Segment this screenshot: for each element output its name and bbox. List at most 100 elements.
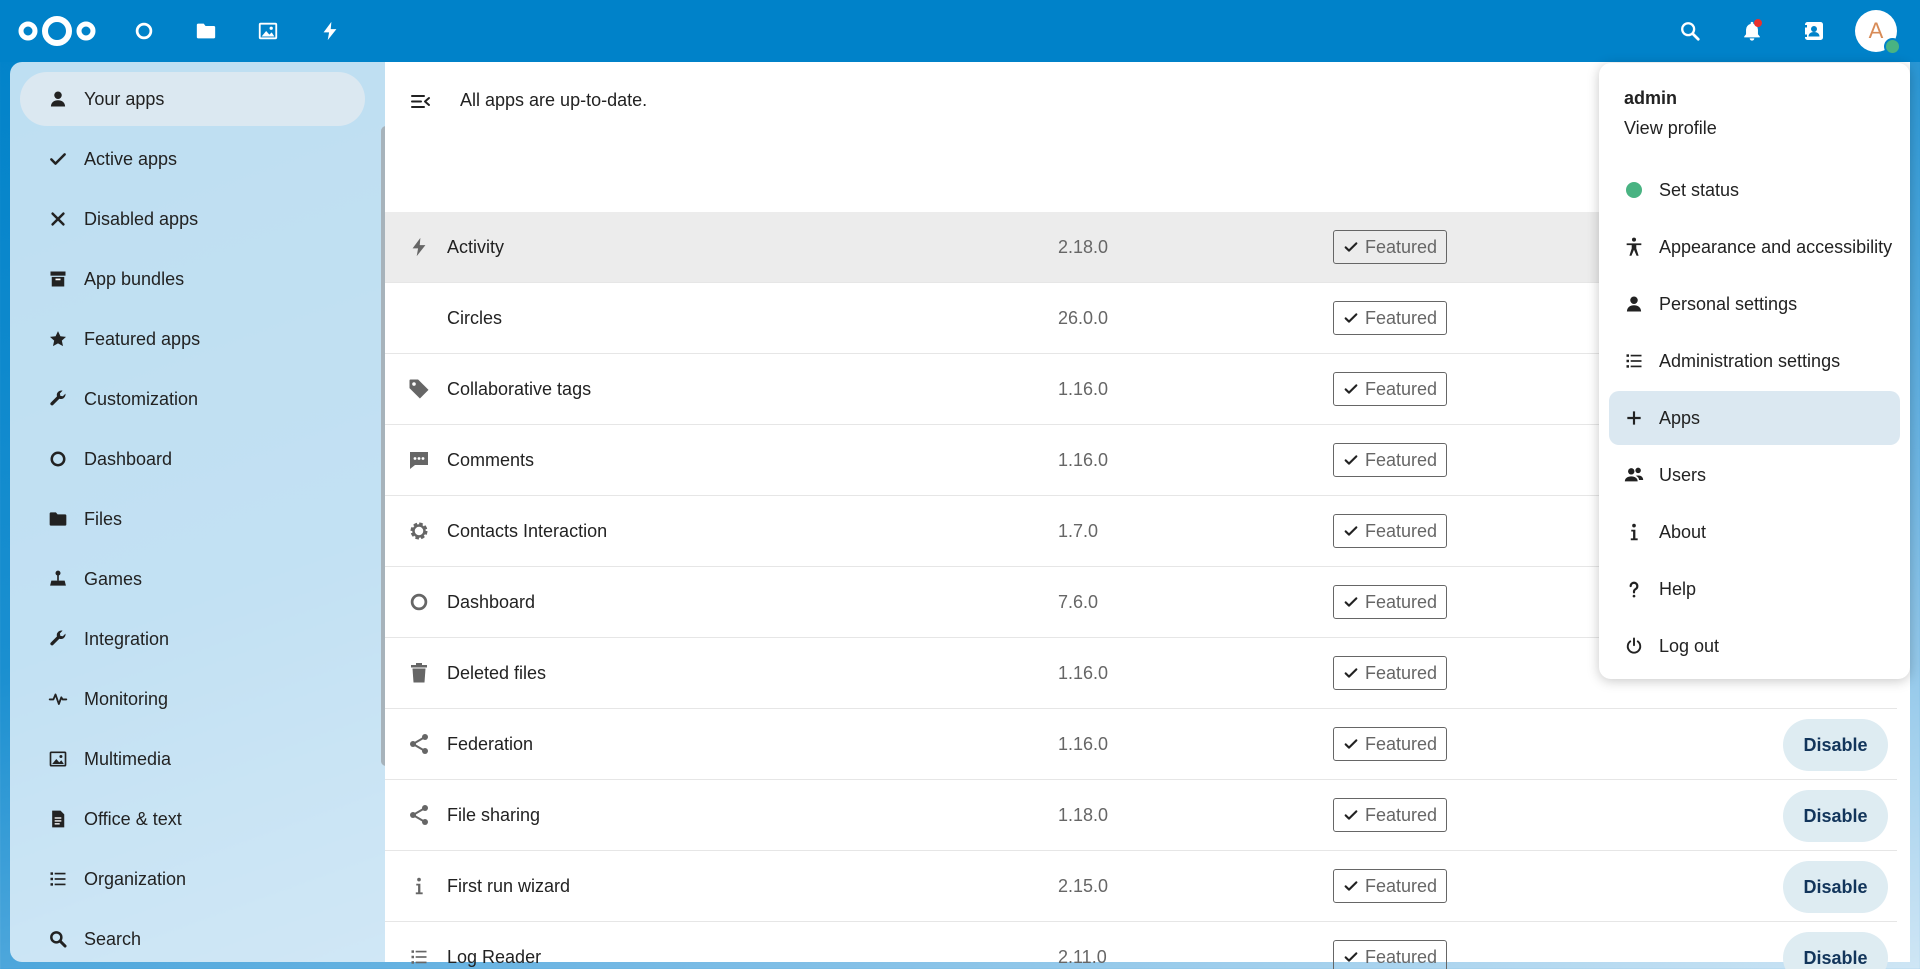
featured-badge: Featured <box>1333 230 1447 264</box>
sidebar-item-label: Active apps <box>84 148 178 169</box>
sidebar-item-label: Organization <box>84 868 187 889</box>
app-name[interactable]: First run wizard <box>447 876 570 897</box>
bolt-icon <box>407 235 431 259</box>
notifications-bell-icon[interactable] <box>1731 10 1773 52</box>
sidebar-item-label: Customization <box>84 388 199 409</box>
sidebar-item-integration[interactable]: Integration <box>20 612 365 666</box>
featured-badge-label: Featured <box>1365 449 1438 470</box>
person-icon <box>48 89 68 109</box>
files-app-folder-icon[interactable] <box>190 15 222 47</box>
nextcloud-logo-icon[interactable] <box>18 14 96 48</box>
table-row[interactable]: File sharing 1.18.0 Featured Disable <box>385 780 1897 851</box>
featured-badge-label: Featured <box>1365 662 1438 683</box>
sidebar-item-label: Your apps <box>84 88 165 109</box>
document-icon <box>48 809 68 829</box>
sidebar-item-label: Integration <box>84 628 170 649</box>
sidebar-toggle-icon[interactable] <box>409 90 433 114</box>
circle-icon <box>407 590 431 614</box>
search-icon[interactable] <box>1669 10 1711 52</box>
activity-app-bolt-icon[interactable] <box>314 15 346 47</box>
pulse-icon <box>48 689 68 709</box>
app-name[interactable]: Contacts Interaction <box>447 521 607 542</box>
sidebar-item-files[interactable]: Files <box>20 492 365 546</box>
photos-app-image-icon[interactable] <box>252 15 284 47</box>
sidebar-item-dashboard[interactable]: Dashboard <box>20 432 365 486</box>
menu-item-label: Administration settings <box>1659 350 1841 371</box>
featured-badge-label: Featured <box>1365 946 1438 967</box>
menu-item-label: Set status <box>1659 179 1740 200</box>
check-icon <box>1344 455 1358 465</box>
app-version: 1.16.0 <box>1058 734 1109 754</box>
search-icon <box>48 929 68 949</box>
sidebar-item-featured-apps[interactable]: Featured apps <box>20 312 365 366</box>
menu-item-users[interactable]: Users <box>1609 448 1900 502</box>
check-icon <box>1344 668 1358 678</box>
user-avatar[interactable]: A <box>1855 10 1901 55</box>
sidebar-item-label: Disabled apps <box>84 208 199 229</box>
sidebar-item-app-bundles[interactable]: App bundles <box>20 252 365 306</box>
menu-user-header[interactable]: admin View profile <box>1624 88 1717 139</box>
check-icon <box>1344 952 1358 962</box>
contacts-icon[interactable] <box>1793 10 1835 52</box>
menu-item-set-status[interactable]: Set status <box>1609 163 1900 217</box>
app-version: 1.16.0 <box>1058 450 1109 470</box>
sidebar-item-office-text[interactable]: Office & text <box>20 792 365 846</box>
menu-item-label: Apps <box>1659 407 1701 428</box>
menu-item-label: Help <box>1659 578 1697 599</box>
app-name[interactable]: Dashboard <box>447 592 535 613</box>
gear-icon <box>407 519 431 543</box>
sidebar-item-games[interactable]: Games <box>20 552 365 606</box>
featured-badge: Featured <box>1333 798 1447 832</box>
table-row[interactable]: Log Reader 2.11.0 Featured Disable <box>385 922 1897 969</box>
app-name[interactable]: Collaborative tags <box>447 379 591 400</box>
sidebar-item-label: Dashboard <box>84 448 173 469</box>
disable-button[interactable]: Disable <box>1783 790 1888 842</box>
sidebar-item-organization[interactable]: Organization <box>20 852 365 906</box>
app-name[interactable]: File sharing <box>447 805 540 826</box>
sidebar-item-your-apps[interactable]: Your apps <box>20 72 365 126</box>
sidebar-item-active-apps[interactable]: Active apps <box>20 132 365 186</box>
table-row[interactable]: First run wizard 2.15.0 Featured Disable <box>385 851 1897 922</box>
disable-button[interactable]: Disable <box>1783 719 1888 771</box>
menu-item-administration-settings[interactable]: Administration settings <box>1609 334 1900 388</box>
user-menu-popover: admin View profile Set status Appearance… <box>1599 63 1910 679</box>
notification-dot <box>1754 19 1762 27</box>
list-icon <box>407 945 431 969</box>
sidebar-item-monitoring[interactable]: Monitoring <box>20 672 365 726</box>
featured-badge: Featured <box>1333 585 1447 619</box>
menu-item-help[interactable]: Help <box>1609 562 1900 616</box>
disable-button[interactable]: Disable <box>1783 932 1888 969</box>
menu-item-appearance-and-accessibility[interactable]: Appearance and accessibility <box>1609 220 1900 274</box>
dashboard-app-circle-icon[interactable] <box>128 15 160 47</box>
app-version: 1.16.0 <box>1058 663 1109 683</box>
folder-icon <box>48 509 68 529</box>
wrench-icon <box>48 389 68 409</box>
app-name[interactable]: Circles <box>447 308 502 329</box>
app-version: 26.0.0 <box>1058 308 1109 328</box>
app-name[interactable]: Deleted files <box>447 663 546 684</box>
menu-item-personal-settings[interactable]: Personal settings <box>1609 277 1900 331</box>
sidebar-item-search[interactable]: Search <box>20 912 365 962</box>
featured-badge-label: Featured <box>1365 875 1438 896</box>
featured-badge: Featured <box>1333 869 1447 903</box>
status-dot-icon <box>1623 179 1645 201</box>
table-row[interactable]: Federation 1.16.0 Featured Disable <box>385 709 1897 780</box>
check-icon <box>48 149 68 169</box>
sidebar-item-disabled-apps[interactable]: Disabled apps <box>20 192 365 246</box>
app-name[interactable]: Comments <box>447 450 534 471</box>
featured-badge-label: Featured <box>1365 236 1438 257</box>
view-profile-link[interactable]: View profile <box>1624 118 1717 139</box>
app-version: 2.11.0 <box>1058 947 1107 967</box>
disable-button[interactable]: Disable <box>1783 861 1888 913</box>
sidebar-item-customization[interactable]: Customization <box>20 372 365 426</box>
sidebar-item-multimedia[interactable]: Multimedia <box>20 732 365 786</box>
app-name[interactable]: Federation <box>447 734 533 755</box>
menu-item-about[interactable]: About <box>1609 505 1900 559</box>
menu-item-label: Log out <box>1659 635 1720 656</box>
top-bar: A <box>0 0 1920 62</box>
menu-item-log-out[interactable]: Log out <box>1609 619 1900 673</box>
app-name[interactable]: Activity <box>447 237 504 258</box>
menu-item-apps[interactable]: Apps <box>1609 391 1900 445</box>
app-name[interactable]: Log Reader <box>447 947 541 968</box>
app-version: 1.7.0 <box>1058 521 1099 541</box>
